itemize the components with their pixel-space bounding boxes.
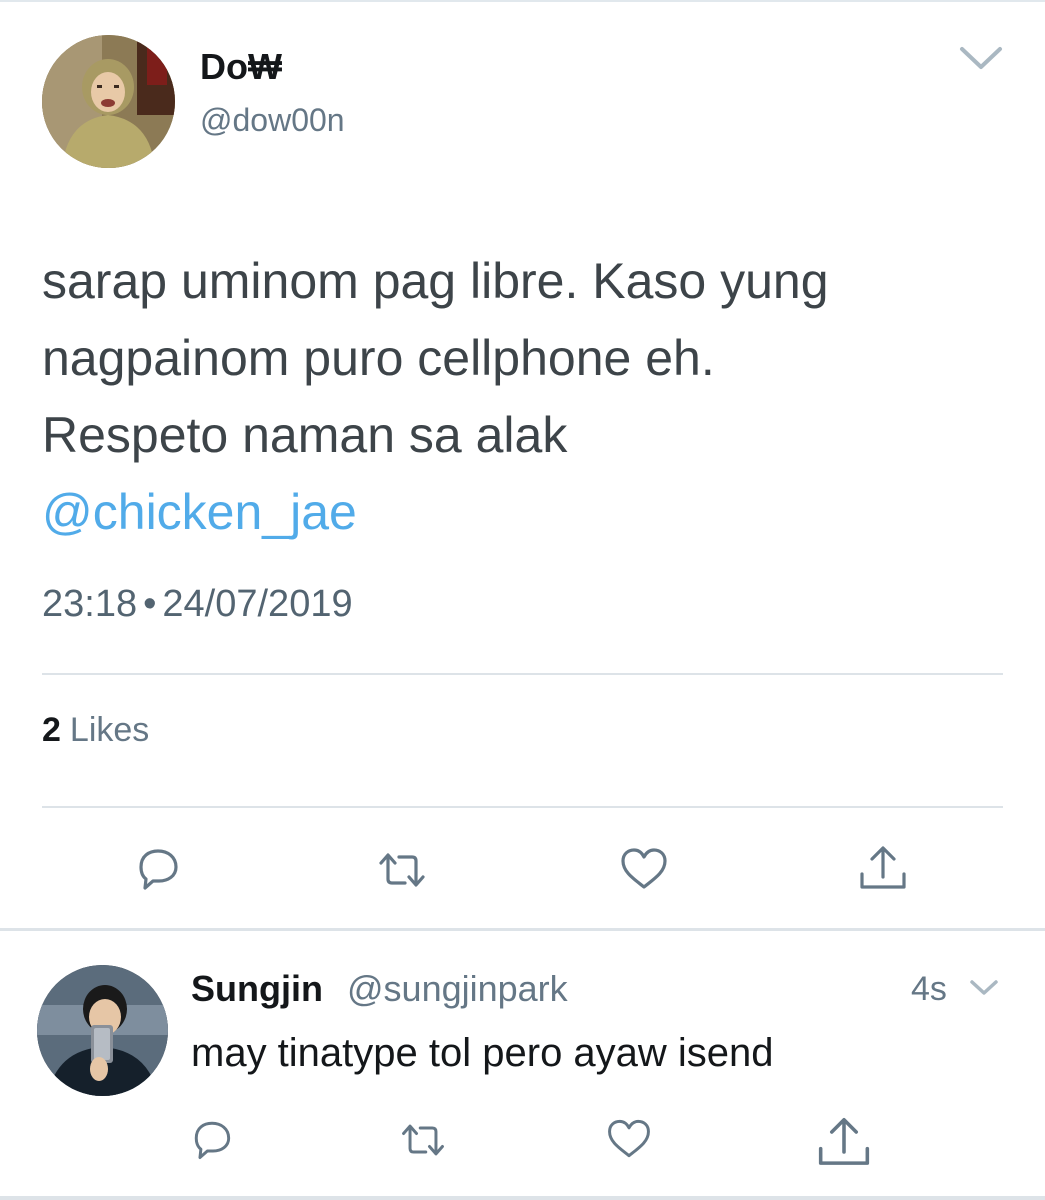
share-icon[interactable]	[856, 841, 910, 895]
tweet-date: 24/07/2019	[162, 583, 353, 625]
separator-dot: •	[143, 583, 157, 625]
chevron-down-icon[interactable]	[968, 978, 1000, 998]
divider	[42, 673, 1003, 675]
tweet-text: sarap uminom pag libre. Kaso yung nagpai…	[42, 243, 1002, 551]
tweet-timestamp[interactable]: 23:18 • 24/07/2019	[42, 583, 353, 626]
heart-icon[interactable]	[604, 1114, 654, 1164]
mention-link[interactable]: @chicken_jae	[42, 474, 1002, 551]
section-divider	[0, 928, 1045, 931]
avatar-photo	[37, 965, 168, 1096]
retweet-icon[interactable]	[375, 843, 429, 897]
likes-label: Likes	[69, 711, 150, 749]
reply-icon[interactable]	[131, 841, 185, 895]
user-handle[interactable]: @dow00n	[200, 102, 345, 139]
reply-avatar[interactable]	[37, 965, 168, 1096]
reply-text: may tinatype tol pero ayaw isend	[191, 1031, 774, 1075]
share-icon[interactable]	[814, 1112, 874, 1172]
likes-summary[interactable]: 2 Likes	[42, 711, 149, 750]
reply-time: 4s	[911, 970, 947, 1008]
divider	[42, 806, 1003, 808]
tweet-text-line: nagpainom puro cellphone eh.	[42, 330, 715, 386]
tweet-text-line: Respeto naman sa alak	[42, 407, 568, 463]
display-name[interactable]: Do₩	[200, 46, 282, 88]
avatar[interactable]	[42, 35, 175, 168]
likes-count: 2	[42, 711, 61, 749]
reply-icon[interactable]	[187, 1114, 237, 1164]
bottom-border	[0, 1196, 1045, 1200]
retweet-icon[interactable]	[398, 1115, 448, 1165]
reply-display-name[interactable]: Sungjin	[191, 968, 323, 1010]
heart-icon[interactable]	[617, 842, 671, 896]
avatar-photo	[42, 35, 175, 168]
main-tweet: Do₩ @dow00n sarap uminom pag libre. Kaso…	[0, 0, 1045, 928]
tweet-text-line: sarap uminom pag libre. Kaso yung	[42, 253, 829, 309]
chevron-down-icon[interactable]	[958, 44, 1004, 72]
tweet-time: 23:18	[42, 583, 138, 625]
reply-user-handle[interactable]: @sungjinpark	[347, 968, 568, 1010]
